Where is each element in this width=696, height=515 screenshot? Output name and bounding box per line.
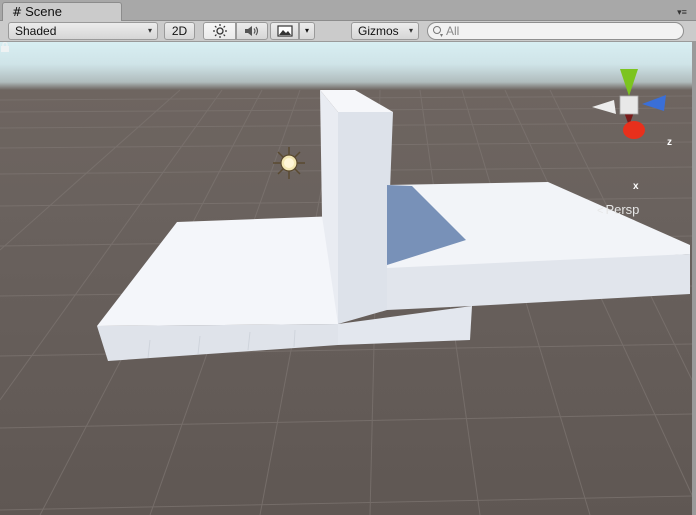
image-icon [276, 25, 293, 37]
scene-canvas [0, 69, 692, 515]
search-input[interactable]: ▾ All [427, 22, 684, 40]
draw-mode-dropdown[interactable]: Shaded ▾ [8, 22, 158, 40]
orientation-gizmo[interactable] [592, 69, 666, 139]
scene-toolbar: Shaded ▾ 2D ▾ Gizmos ▾ ▾ All [0, 21, 696, 42]
2d-label: 2D [171, 24, 188, 38]
gizmos-dropdown[interactable]: Gizmos ▾ [351, 22, 419, 40]
axis-x-label: x [633, 181, 639, 192]
tab-scene[interactable]: # Scene [2, 2, 122, 22]
draw-mode-label: Shaded [15, 24, 57, 38]
speaker-icon [245, 26, 259, 36]
tab-bar: # Scene ▾≡ [0, 0, 696, 22]
chevron-down-icon: ▾ [147, 26, 152, 35]
perspective-icon: < [597, 205, 604, 217]
effects-button[interactable] [270, 22, 299, 40]
sun-icon [212, 24, 227, 38]
2d-toggle-button[interactable]: 2D [164, 22, 195, 40]
scene-audio-button[interactable] [236, 22, 268, 40]
scene-grid-icon: # [12, 5, 23, 19]
l-shaped-mesh[interactable] [97, 90, 690, 361]
effects-dropdown-button[interactable]: ▾ [299, 22, 315, 40]
viewport-border [692, 42, 696, 515]
lock-icon[interactable] [0, 42, 10, 52]
scene-lighting-button[interactable] [203, 22, 236, 40]
axis-z-label: z [667, 137, 672, 148]
gizmos-label: Gizmos [358, 24, 399, 38]
chevron-down-icon: ▾ [304, 26, 309, 35]
projection-toggle[interactable]: < Persp [597, 202, 639, 217]
scene-viewport[interactable]: z x < Persp [0, 42, 692, 515]
search-placeholder: All [446, 24, 460, 38]
panel-menu-icon[interactable]: ▾≡ [675, 7, 689, 17]
tab-scene-label: Scene [25, 4, 62, 19]
chevron-down-icon: ▾ [408, 26, 413, 35]
projection-label: Persp [605, 202, 640, 217]
